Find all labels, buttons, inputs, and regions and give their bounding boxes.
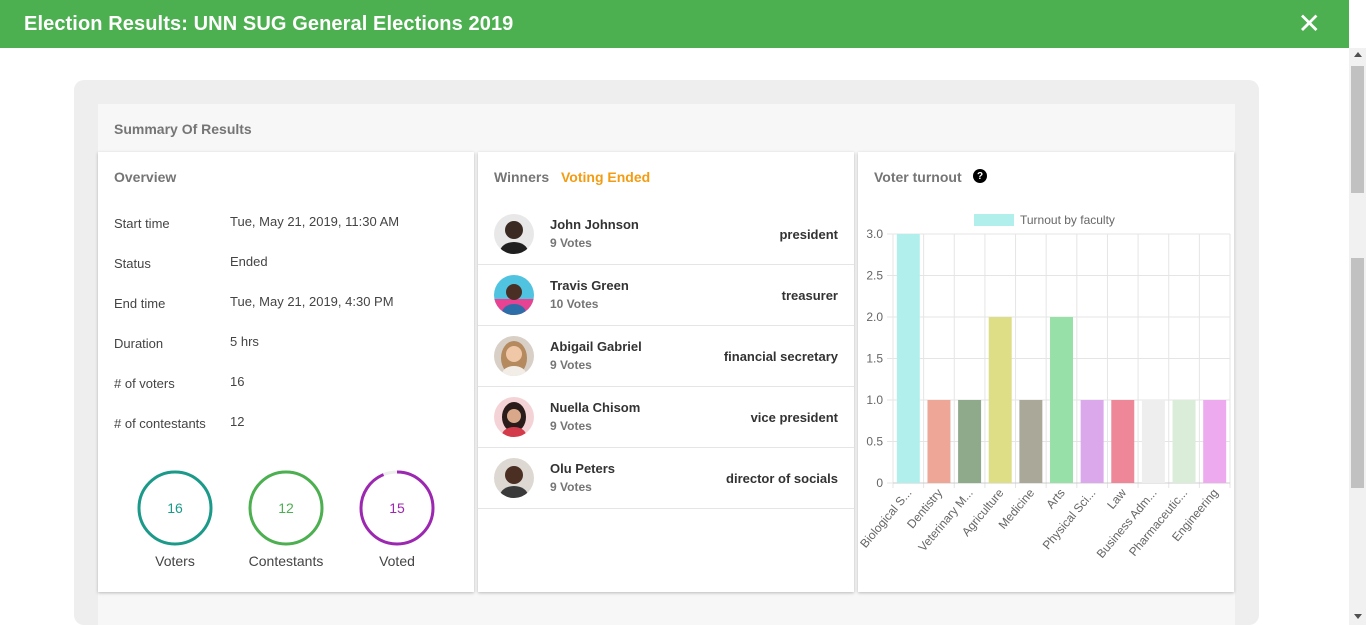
summary-title: Summary Of Results xyxy=(114,121,252,137)
results-container: Summary Of Results Overview Start time T… xyxy=(74,80,1259,625)
scroll-up-arrow-icon[interactable] xyxy=(1354,52,1362,57)
voted-stat: 15 Voted xyxy=(347,470,447,569)
question-circle-icon[interactable]: ? xyxy=(973,169,987,183)
turnout-chart: Turnout by faculty 3.0 2.5 2.0 1.5 1.0 0.5 0 B… xyxy=(858,213,1231,561)
voters-count-value: 16 xyxy=(230,374,245,389)
y-tick-label: 2.0 xyxy=(866,310,883,324)
winner-votes: 9 Votes xyxy=(550,419,592,433)
winner-position: director of socials xyxy=(726,471,838,486)
winner-name: Nuella Chisom xyxy=(550,400,641,415)
contestants-count-label: # of contestants xyxy=(114,416,206,431)
vertical-scrollbar[interactable] xyxy=(1349,48,1366,625)
chart-y-axis: 3.0 2.5 2.0 1.5 1.0 0.5 0 xyxy=(866,227,883,490)
bar-1[interactable] xyxy=(927,400,951,483)
bar-2[interactable] xyxy=(958,400,982,483)
contestants-count-value: 12 xyxy=(230,414,245,429)
chart-x-axis: Biological S...DentistryVeterinary M...A… xyxy=(858,486,1221,561)
scrollbar-track-segment xyxy=(1351,258,1364,488)
duration-value: 5 hrs xyxy=(230,334,259,349)
dialog-title: Election Results: UNN SUG General Electi… xyxy=(24,12,514,35)
bar-8[interactable] xyxy=(1141,400,1165,483)
end-time-value: Tue, May 21, 2019, 4:30 PM xyxy=(230,294,394,309)
y-tick-label: 2.5 xyxy=(866,269,883,283)
y-tick-label: 0 xyxy=(876,476,883,490)
winner-votes: 9 Votes xyxy=(550,480,592,494)
avatar xyxy=(494,275,534,315)
end-time-label: End time xyxy=(114,296,166,311)
winner-row[interactable]: John Johnson 9 Votes president xyxy=(478,204,854,265)
x-tick-label: Law xyxy=(1104,486,1129,512)
bar-4[interactable] xyxy=(1019,400,1043,483)
status-label: Status xyxy=(114,256,151,271)
status-value: Ended xyxy=(230,254,268,269)
avatar xyxy=(494,397,534,437)
close-icon[interactable]: ✕ xyxy=(1298,10,1321,38)
start-time-label: Start time xyxy=(114,216,170,231)
contestants-ring xyxy=(248,470,324,546)
scroll-down-arrow-icon[interactable] xyxy=(1354,614,1362,619)
winner-row[interactable]: Abigail Gabriel 9 Votes financial secret… xyxy=(478,326,854,387)
avatar xyxy=(494,458,534,498)
bar-10[interactable] xyxy=(1203,400,1227,483)
winner-name: John Johnson xyxy=(550,217,639,232)
voter-turnout-card: Voter turnout ? Turnout by faculty 3.0 2.… xyxy=(858,152,1234,592)
bar-9[interactable] xyxy=(1172,400,1196,483)
voters-ring xyxy=(137,470,213,546)
bar-7[interactable] xyxy=(1111,400,1135,483)
bar-0[interactable] xyxy=(896,234,920,483)
y-tick-label: 1.0 xyxy=(866,393,883,407)
winner-name: Abigail Gabriel xyxy=(550,339,642,354)
start-time-value: Tue, May 21, 2019, 11:30 AM xyxy=(230,214,400,229)
voters-stat: 16 Voters xyxy=(125,470,225,569)
overview-card: Overview Start time Tue, May 21, 2019, 1… xyxy=(98,152,474,592)
winner-row[interactable]: Olu Peters 9 Votes director of socials xyxy=(478,448,854,509)
winners-title: Winners xyxy=(494,169,550,185)
avatar xyxy=(494,336,534,376)
winner-position: treasurer xyxy=(781,288,838,303)
voting-status-badge: Voting Ended xyxy=(561,169,651,185)
contestants-stat-label: Contestants xyxy=(248,553,324,569)
legend-swatch[interactable] xyxy=(974,214,1014,226)
y-tick-label: 0.5 xyxy=(866,435,883,449)
winner-row[interactable]: Nuella Chisom 9 Votes vice president xyxy=(478,387,854,448)
winner-votes: 9 Votes xyxy=(550,358,592,372)
winner-position: president xyxy=(779,227,838,242)
scrollbar-thumb[interactable] xyxy=(1351,66,1364,193)
voters-stat-label: Voters xyxy=(155,553,195,569)
bar-6[interactable] xyxy=(1080,400,1104,483)
x-tick-label: Arts xyxy=(1043,486,1067,511)
duration-label: Duration xyxy=(114,336,164,351)
dialog-header: Election Results: UNN SUG General Electi… xyxy=(0,0,1349,48)
contestants-stat: 12 Contestants xyxy=(236,470,336,569)
y-tick-label: 1.5 xyxy=(866,352,883,366)
summary-panel: Summary Of Results Overview Start time T… xyxy=(98,104,1235,625)
winner-row[interactable]: Travis Green 10 Votes treasurer xyxy=(478,265,854,326)
voter-turnout-title: Voter turnout xyxy=(874,169,962,185)
winner-name: Travis Green xyxy=(550,278,629,293)
y-tick-label: 3.0 xyxy=(866,227,883,241)
winner-name: Olu Peters xyxy=(550,461,616,476)
chart-legend: Turnout by faculty xyxy=(974,213,1115,227)
avatar xyxy=(494,214,534,254)
winner-position: financial secretary xyxy=(723,349,838,364)
winner-votes: 10 Votes xyxy=(550,297,599,311)
voted-ring xyxy=(359,470,435,546)
winner-position: vice president xyxy=(750,410,838,425)
voted-stat-label: Voted xyxy=(379,553,415,569)
winners-card: Winners Voting Ended John Johnson 9 Vote… xyxy=(478,152,854,592)
winner-votes: 9 Votes xyxy=(550,236,592,250)
voters-count-label: # of voters xyxy=(114,376,175,391)
bar-5[interactable] xyxy=(1050,317,1073,483)
bar-3[interactable] xyxy=(988,317,1012,483)
overview-title: Overview xyxy=(114,169,177,185)
legend-label: Turnout by faculty xyxy=(1020,213,1115,227)
